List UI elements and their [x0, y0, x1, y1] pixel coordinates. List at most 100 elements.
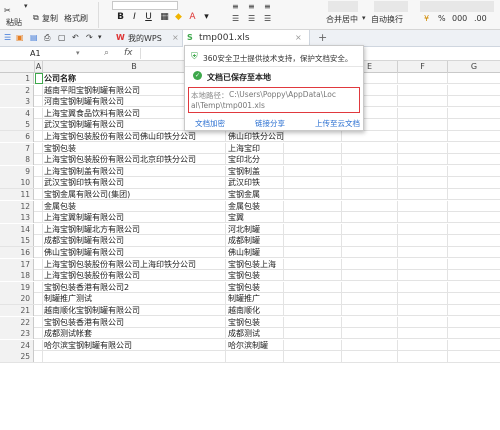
cell[interactable]: [342, 131, 398, 142]
cell-company-name[interactable]: 武汉宝钢印铁有限公司: [43, 177, 226, 189]
bold-button[interactable]: B: [114, 11, 127, 24]
wrap-icon[interactable]: [374, 1, 408, 12]
cell[interactable]: [398, 339, 448, 351]
cell[interactable]: [448, 177, 500, 188]
cell[interactable]: [398, 270, 448, 282]
cell[interactable]: [284, 270, 342, 282]
underline-button[interactable]: U: [142, 11, 155, 24]
cell[interactable]: [448, 212, 500, 223]
cell[interactable]: [448, 305, 500, 316]
cell[interactable]: [448, 351, 500, 362]
cell[interactable]: [342, 223, 398, 235]
cell-short-name[interactable]: 佛山制罐: [226, 247, 284, 258]
chevron-down-icon[interactable]: ▾: [200, 11, 213, 24]
cell-company-name[interactable]: 哈尔滨宝钢制罐有限公司: [43, 339, 226, 351]
cell-short-name[interactable]: 宝钢包装: [226, 270, 284, 282]
tab-my-wps[interactable]: 我的WPS: [128, 33, 162, 44]
cell[interactable]: [342, 328, 398, 340]
cell[interactable]: [342, 165, 398, 177]
align-bottom-icon[interactable]: ≡: [264, 2, 271, 11]
align-center-icon[interactable]: ☰: [248, 14, 255, 23]
cell[interactable]: [448, 96, 500, 107]
scissors-icon[interactable]: ✂: [4, 6, 11, 15]
cell[interactable]: [448, 131, 500, 142]
row-number[interactable]: 10: [0, 177, 34, 189]
path-line-2[interactable]: al\Temp\tmp001.xls: [191, 101, 265, 110]
cell[interactable]: [342, 189, 398, 200]
cell[interactable]: [35, 119, 43, 131]
cell[interactable]: [35, 154, 43, 166]
cell[interactable]: [342, 258, 398, 270]
cell[interactable]: [398, 293, 448, 305]
cell[interactable]: [448, 166, 500, 177]
row-number[interactable]: 19: [0, 281, 34, 293]
italic-button[interactable]: I: [128, 11, 141, 24]
cell[interactable]: [342, 247, 398, 258]
redo-icon[interactable]: ↷: [86, 33, 93, 42]
cell[interactable]: [284, 305, 342, 316]
row-number[interactable]: 2: [0, 84, 34, 96]
cell-short-name[interactable]: 成都测试: [226, 328, 284, 340]
close-icon[interactable]: ×: [295, 33, 302, 42]
cell[interactable]: [342, 351, 398, 363]
percent-icon[interactable]: %: [438, 14, 446, 23]
function-button[interactable]: fx: [124, 48, 133, 58]
thousands-icon[interactable]: 000: [452, 14, 467, 23]
cell[interactable]: [284, 339, 342, 351]
cell[interactable]: [35, 84, 43, 96]
cell[interactable]: [342, 270, 398, 282]
row-number[interactable]: 3: [0, 96, 34, 108]
cell[interactable]: [35, 107, 43, 119]
row-number[interactable]: 9: [0, 165, 34, 177]
cell-company-name[interactable]: 金属包装: [43, 200, 226, 212]
cell[interactable]: [448, 73, 500, 84]
decimal-icon[interactable]: .00: [474, 14, 487, 23]
cell[interactable]: [398, 177, 448, 189]
cell-short-name[interactable]: 宝钢金属: [226, 189, 284, 200]
align-top-icon[interactable]: ≡: [232, 2, 239, 11]
row-number[interactable]: 25: [0, 351, 34, 363]
cell-short-name[interactable]: 成都制罐: [226, 235, 284, 247]
font-color-icon[interactable]: A: [186, 11, 199, 24]
row-number[interactable]: 23: [0, 328, 34, 340]
cell-company-name[interactable]: 上海宝钢包装股份有限公司上海印铁分公司: [43, 258, 226, 270]
chevron-down-icon[interactable]: ▾: [362, 14, 366, 22]
border-icon[interactable]: ▦: [158, 11, 171, 24]
path-line-1[interactable]: C:\Users\Poppy\AppData\Loc: [229, 90, 336, 99]
select-all-corner[interactable]: [0, 61, 35, 73]
cell-short-name[interactable]: 宝钢制盖: [226, 165, 284, 177]
cell[interactable]: [448, 224, 500, 235]
row-number[interactable]: 7: [0, 142, 34, 154]
chevron-down-icon[interactable]: ▾: [24, 2, 28, 10]
cell[interactable]: [35, 339, 43, 351]
menu-icon[interactable]: ☰: [4, 33, 11, 42]
cell-short-name[interactable]: 武汉印铁: [226, 177, 284, 189]
cell[interactable]: [448, 317, 500, 328]
cell[interactable]: [35, 235, 43, 247]
cell[interactable]: [398, 119, 448, 131]
cell[interactable]: [398, 305, 448, 316]
cell[interactable]: [448, 247, 500, 258]
cell[interactable]: [284, 142, 342, 154]
cell[interactable]: [398, 131, 448, 142]
wrap-text-button[interactable]: 自动换行: [371, 14, 403, 25]
cell-short-name[interactable]: 哈尔滨制罐: [226, 339, 284, 351]
cell-company-name[interactable]: 上海宝钢包装股份有限公司佛山印铁分公司: [43, 131, 226, 142]
zoom-icon[interactable]: ⌕: [104, 48, 109, 58]
close-icon[interactable]: ×: [172, 33, 179, 42]
cell-company-name[interactable]: 宝钢包装: [43, 142, 226, 154]
cell-company-name[interactable]: 佛山宝钢制罐有限公司: [43, 247, 226, 258]
cell[interactable]: [284, 328, 342, 340]
cell[interactable]: [448, 119, 500, 130]
cell[interactable]: [35, 247, 43, 258]
cell[interactable]: [448, 340, 500, 351]
cell[interactable]: [342, 142, 398, 154]
cell[interactable]: [398, 189, 448, 200]
cell[interactable]: [448, 293, 500, 304]
row-number[interactable]: 15: [0, 235, 34, 247]
cell[interactable]: [398, 316, 448, 328]
cell[interactable]: [342, 305, 398, 316]
cell[interactable]: [342, 293, 398, 305]
cell[interactable]: [284, 281, 342, 293]
cell[interactable]: [342, 177, 398, 189]
